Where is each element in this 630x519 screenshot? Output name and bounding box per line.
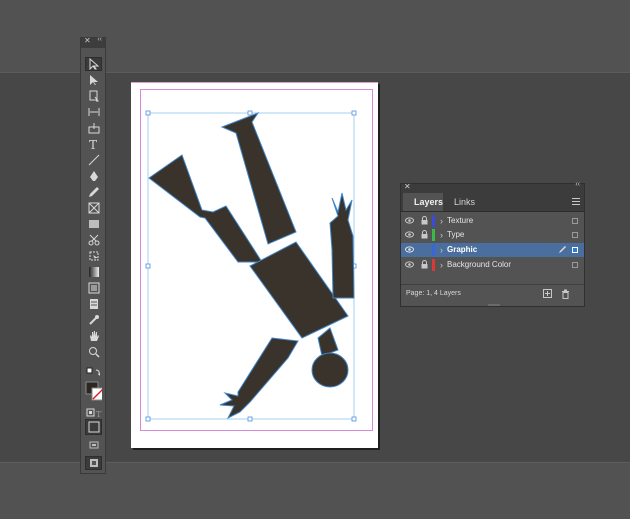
layer-select-box[interactable] [572,247,578,253]
collapse-icon[interactable]: ‹‹ [97,36,102,43]
gradient-feather-tool-icon[interactable] [85,281,102,295]
free-transform-tool-icon[interactable] [85,249,102,263]
direct-selection-tool-icon[interactable] [85,73,102,87]
close-icon[interactable]: ✕ [84,36,91,45]
chevron-right-icon[interactable]: › [440,214,443,228]
default-fill-stroke-icon[interactable] [85,365,102,379]
layer-select-box[interactable] [572,232,578,238]
type-tool-icon[interactable]: T [85,137,102,151]
collapse-icon[interactable]: ‹‹ [575,181,580,188]
layer-select-box[interactable] [572,218,578,224]
chevron-right-icon[interactable]: › [440,243,443,257]
note-tool-icon[interactable] [85,297,102,311]
eyedropper-tool-icon[interactable] [85,313,102,327]
layer-row-background-color[interactable]: › Background Color [401,258,584,272]
layer-color-swatch [432,229,435,241]
chevron-right-icon[interactable]: › [440,258,443,272]
screen-mode-icon[interactable] [85,438,102,452]
hand-tool-icon[interactable] [85,329,102,343]
layer-name: Graphic [447,245,478,254]
eye-icon[interactable] [405,261,414,268]
gradient-swatch-tool-icon[interactable] [85,265,102,279]
line-tool-icon[interactable] [85,153,102,167]
layers-status: Page: 1, 4 Layers [406,290,461,297]
tab-layers[interactable]: Layers [403,193,443,211]
pen-tool-icon[interactable] [85,169,102,183]
layer-row-texture[interactable]: › Texture [401,214,584,228]
layer-name: Type [447,230,465,239]
trash-icon[interactable] [561,289,570,299]
layer-color-swatch [432,259,435,271]
svg-text:T: T [89,138,97,150]
close-icon[interactable]: ✕ [404,182,411,191]
pen-icon [559,246,566,253]
layer-color-swatch [432,215,435,227]
svg-text:T: T [96,410,102,418]
layer-row-graphic[interactable]: › Graphic [401,243,584,257]
panel-resize-grip[interactable] [488,304,500,306]
chevron-right-icon[interactable]: › [440,228,443,242]
layers-tabbar: Layers Links [401,193,584,212]
pencil-tool-icon[interactable] [85,185,102,199]
falling-figure-graphic[interactable] [148,111,355,420]
tab-links[interactable]: Links [454,193,475,211]
page-tool-icon[interactable] [85,89,102,103]
scissors-tool-icon[interactable] [85,233,102,247]
rectangle-tool-icon[interactable] [85,217,102,231]
layer-row-type[interactable]: › Type [401,228,584,242]
layer-color-swatch [432,244,435,256]
lock-icon[interactable] [421,260,428,269]
tools-panel-header[interactable]: ✕ ‹‹ [81,36,105,48]
layer-select-box[interactable] [572,262,578,268]
fill-stroke-swatch[interactable] [85,380,102,402]
lock-icon[interactable] [421,216,428,225]
layers-panel: ✕ ‹‹ Layers Links › Texture › Type › Gra… [400,181,585,307]
layer-name: Texture [447,216,474,225]
eye-icon[interactable] [405,246,414,253]
rectangle-frame-tool-icon[interactable] [85,201,102,215]
eye-icon[interactable] [405,217,414,224]
layers-footer: Page: 1, 4 Layers [401,284,584,307]
panel-menu-icon[interactable] [572,198,580,207]
formatting-affects-icon[interactable]: T [85,406,102,420]
layer-name: Background Color [447,260,512,269]
zoom-tool-icon[interactable] [85,345,102,359]
preview-mode-icon[interactable] [85,456,102,470]
lock-icon[interactable] [421,230,428,239]
content-collector-icon[interactable] [85,121,102,135]
normal-view-mode-icon[interactable] [85,419,102,435]
new-layer-icon[interactable] [543,289,552,298]
selection-tool-icon[interactable] [85,57,102,71]
eye-icon[interactable] [405,231,414,238]
gap-tool-icon[interactable] [85,105,102,119]
tools-panel: ✕ ‹‹ T T [80,36,106,474]
layers-panel-header[interactable]: ✕ ‹‹ [401,181,584,193]
